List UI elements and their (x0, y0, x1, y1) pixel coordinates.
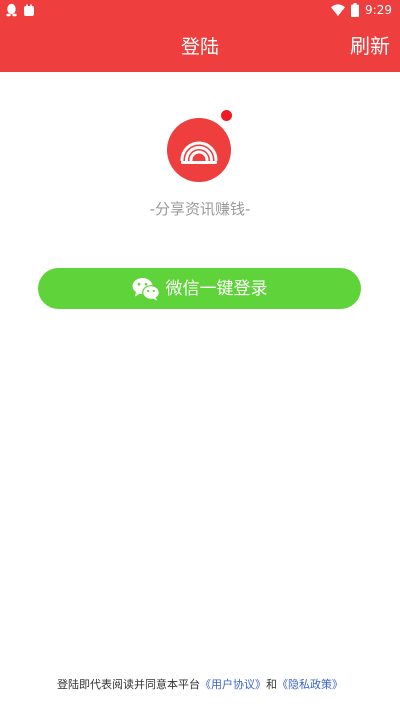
refresh-button[interactable]: 刷新 (350, 32, 390, 60)
user-agreement-link[interactable]: 《用户协议》 (200, 678, 266, 691)
app-logo (167, 110, 235, 186)
wifi-icon (331, 4, 346, 16)
status-left-icons (6, 3, 35, 17)
wechat-login-label: 微信一键登录 (165, 278, 268, 299)
status-bar: 9:29 (0, 0, 400, 22)
app-bar: 登陆 刷新 (0, 22, 400, 72)
status-time: 9:29 (365, 3, 392, 17)
app-logo-icon (167, 118, 231, 182)
privacy-policy-link[interactable]: 《隐私政策》 (277, 678, 343, 691)
page-title: 登陆 (180, 36, 219, 58)
battery-icon (351, 3, 360, 17)
wechat-login-button[interactable]: 微信一键登录 (38, 268, 361, 309)
agreement-footer: 登陆即代表阅读并同意本平台《用户协议》和《隐私政策》 (0, 677, 400, 693)
qq-icon (6, 3, 17, 17)
login-screen: 9:29 登陆 刷新 -分享资讯赚钱- 微信一键登录 登陆即代表阅读并同意本平台… (0, 0, 400, 710)
slogan: -分享资讯赚钱- (149, 200, 251, 218)
notification-dot (221, 110, 232, 121)
notification-icon (24, 4, 34, 16)
wechat-icon (132, 277, 160, 300)
status-right-icons: 9:29 (331, 2, 392, 18)
agreement-prefix: 登陆即代表阅读并同意本平台 (57, 678, 200, 691)
agreement-conjunction: 和 (266, 678, 277, 691)
